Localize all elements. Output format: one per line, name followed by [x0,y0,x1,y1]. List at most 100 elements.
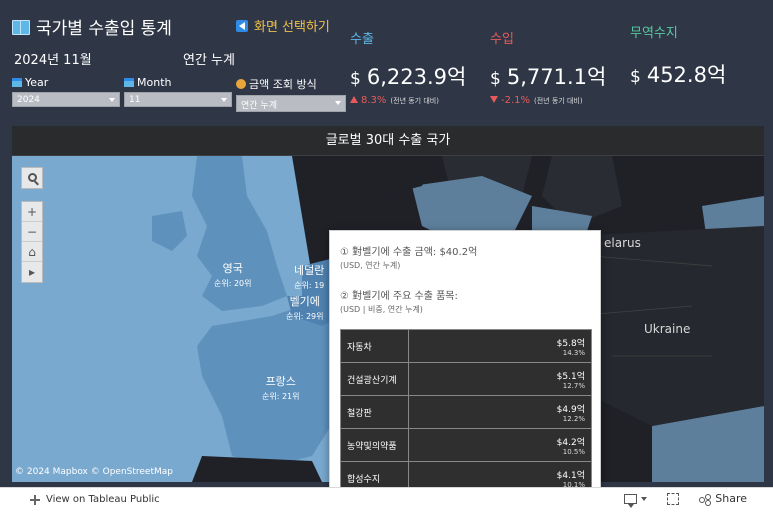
down-triangle-icon [490,96,498,103]
export-value-row: $6,223.9억 [350,61,466,91]
export-change-value: 8.3% [361,95,387,106]
year-select-value: 2024 [17,95,40,105]
tableau-toolbar: View on Tableau Public Share [0,487,773,531]
screen-select-label: 화면 선택하기 [254,20,330,35]
money-bag-icon [236,79,246,89]
currency-symbol: $ [350,69,361,89]
map-label-ukraine: Ukraine [644,322,691,336]
currency-symbol: $ [630,67,641,87]
map-label-uk[interactable]: 영국 순위: 20위 [214,260,252,289]
pan-arrow-button[interactable]: ▸ [22,262,42,282]
map-label-netherlands[interactable]: 네덜란 순위: 19 [294,262,324,291]
item-pct: 14.3% [562,348,585,357]
item-pct: 10.5% [562,447,585,456]
export-kpi: 수출 $6,223.9억 8.3% (전년 동기 대비) [350,28,466,106]
item-name: 건설광산기계 [340,362,409,396]
month-filter-label: Month [137,76,172,89]
item-pct: 12.2% [562,414,585,423]
tooltip-export-amount: ① 對벨기에 수출 금액: $40.2억 (USD, 연간 누계) [340,243,590,271]
share-icon [699,493,712,504]
tableau-link-label: View on Tableau Public [46,494,160,505]
method-filter: 금액 조회 방식 연간 누계 [236,76,346,112]
tooltip-items-table: 자동차 $5.8억 14.3% 건설광산기계 $5.1억 12.7% 철강판 $4.9억 1… [340,329,592,495]
share-label: Share [715,492,747,505]
method-select-value: 연간 누계 [241,101,277,111]
zoom-in-button[interactable]: + [22,202,42,222]
export-change-note: (전년 동기 대비) [390,97,439,105]
item-value-cell: $5.1억 12.7% [408,362,592,396]
country-rank: 순위: 19 [294,281,325,290]
country-rank: 순위: 20위 [214,279,252,288]
screen-select-button[interactable]: 화면 선택하기 [236,16,330,35]
year-filter-label: Year [25,76,49,89]
home-button[interactable]: ⌂ [22,242,42,262]
import-change: -2.1% (전년 동기 대비) [490,95,606,106]
map-controls: + − ⌂ ▸ [21,201,43,283]
toolbar-actions: Share [624,492,747,508]
balance-kpi: 무역수지 $452.8억 [630,22,726,89]
book-icon [12,19,30,35]
map-label-belarus: elarus [604,236,641,250]
map-attribution[interactable]: © 2024 Mapbox © OpenStreetMap [15,467,173,477]
country-rank: 순위: 21위 [262,392,300,401]
title-text: 국가별 수출입 통계 [36,19,172,39]
item-pct: 12.7% [562,381,585,390]
map-search-button[interactable] [21,167,43,189]
map-label-france[interactable]: 프랑스 순위: 21위 [262,373,300,402]
item-value: $4.2억 [556,437,585,448]
map-label-belgium[interactable]: 벨기에 순위: 29위 [286,293,324,322]
share-button[interactable]: Share [699,492,747,505]
month-select-value: 11 [129,95,141,105]
import-kpi: 수입 $5,771.1억 -2.1% (전년 동기 대비) [490,28,606,106]
item-value: $5.8억 [556,338,585,349]
table-row: 건설광산기계 $5.1억 12.7% [340,362,592,396]
search-icon [27,173,37,182]
item-value: $5.1억 [556,371,585,382]
export-label: 수출 [350,32,374,47]
country-name: 프랑스 [265,375,296,388]
item-value: $4.9억 [556,404,585,415]
country-tooltip: ① 對벨기에 수출 금액: $40.2억 (USD, 연간 누계) ② 對벨기에… [329,230,601,508]
chevron-down-icon [335,101,341,105]
back-arrow-icon [236,19,248,32]
balance-value-row: $452.8억 [630,59,726,89]
import-change-note: (전년 동기 대비) [534,97,583,105]
table-row: 농약및의약품 $4.2억 10.5% [340,428,592,462]
export-change: 8.3% (전년 동기 대비) [350,95,466,106]
month-select[interactable]: 11 [124,92,232,107]
year-select[interactable]: 2024 [12,92,120,107]
tooltip-line2: ② 對벨기에 주요 수출 품목: [340,291,458,302]
balance-label: 무역수지 [630,26,678,41]
table-row: 자동차 $5.8억 14.3% [340,329,592,363]
tooltip-line1-sub: (USD, 연간 누계) [340,261,401,270]
item-value-cell: $4.9억 12.2% [408,395,592,429]
import-value-row: $5,771.1억 [490,61,606,91]
map-header: 글로벌 30대 수출 국가 [12,126,764,156]
fullscreen-button[interactable] [667,492,680,505]
download-button[interactable] [624,493,648,508]
tooltip-export-items: ② 對벨기에 주요 수출 품목: (USD | 비중, 연간 누계) [340,287,590,315]
method-select[interactable]: 연간 누계 [236,95,346,112]
country-name: 네덜란 [294,264,325,277]
month-filter: Month 11 [124,76,232,107]
tooltip-line1: ① 對벨기에 수출 금액: $40.2억 [340,247,478,258]
year-filter: Year 2024 [12,76,120,107]
download-icon [624,493,638,508]
country-rank: 순위: 29위 [286,312,324,321]
calendar-icon [124,78,134,87]
item-name: 자동차 [340,329,409,363]
item-name: 철강판 [340,395,409,429]
zoom-out-button[interactable]: − [22,222,42,242]
chevron-down-icon [109,98,115,102]
import-label: 수입 [490,32,514,47]
chevron-down-icon [641,496,648,501]
cumulative-label: 연간 누계 [183,53,235,68]
item-value: $4.1억 [556,470,585,481]
view-on-tableau-link[interactable]: View on Tableau Public [30,494,160,505]
currency-symbol: $ [490,69,501,89]
import-change-value: -2.1% [501,95,531,106]
import-value: 5,771.1억 [506,65,607,89]
item-value-cell: $5.8억 14.3% [408,329,592,363]
method-filter-label: 금액 조회 방식 [249,78,317,91]
table-row: 철강판 $4.9억 12.2% [340,395,592,429]
